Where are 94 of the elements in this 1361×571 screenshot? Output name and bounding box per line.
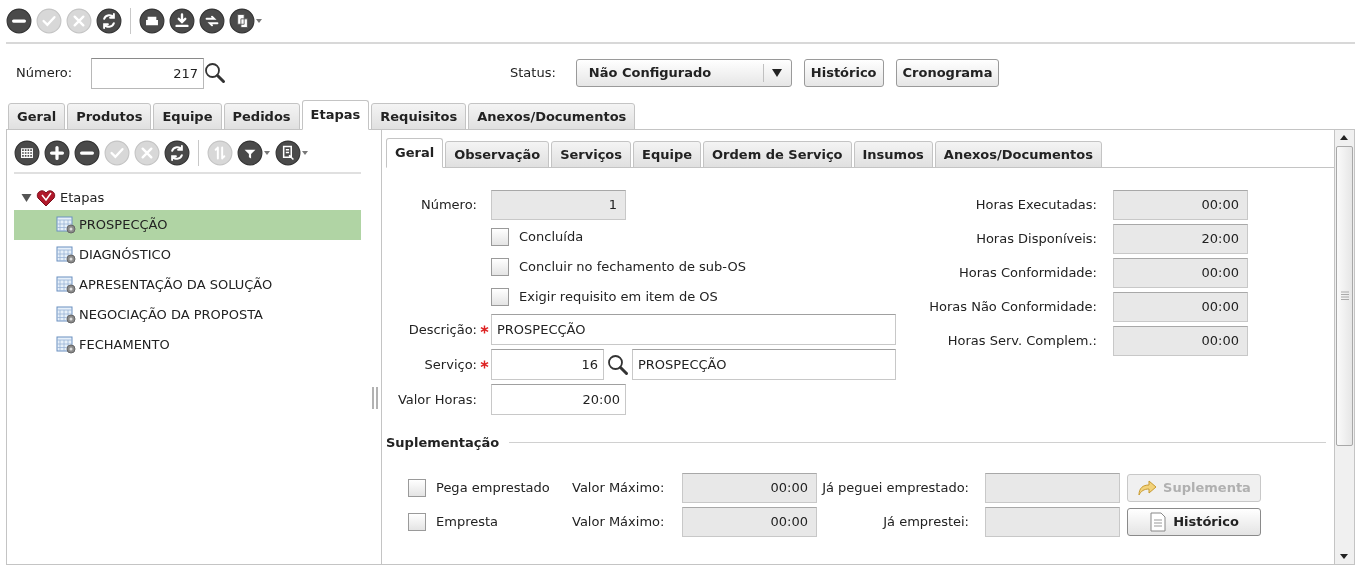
tab[interactable]: Pedidos (223, 103, 300, 130)
hours-label: Horas Executadas: (975, 196, 1097, 215)
document-icon (1149, 511, 1168, 532)
toolbar-add-button[interactable] (44, 140, 70, 166)
caret-icon (255, 18, 263, 24)
toolbar-grid-button[interactable] (14, 140, 40, 166)
section-title: Suplementação (386, 434, 500, 452)
toolbar-remove-button[interactable] (74, 140, 100, 166)
field-label: Valor Máximo: (572, 478, 666, 497)
toolbar-filter-button[interactable] (237, 140, 271, 166)
tree-root-label[interactable]: Etapas (60, 188, 105, 208)
field-label: Serviço: (423, 355, 477, 374)
tree-item[interactable]: FECHAMENTO (14, 330, 361, 360)
checkbox[interactable] (491, 228, 509, 246)
toolbar-remove-button[interactable] (6, 8, 32, 34)
toolbar-refresh-button[interactable] (164, 140, 190, 166)
numero-field[interactable]: 217 (91, 57, 204, 89)
tab[interactable]: Geral (8, 103, 66, 130)
descricao-field[interactable]: PROSPECÇÃO (491, 314, 896, 345)
table-gear-icon (56, 336, 76, 354)
header-button[interactable]: Histórico (803, 59, 884, 87)
checkbox-label: Pega emprestado (436, 478, 551, 497)
search-icon[interactable] (607, 353, 629, 376)
caret-icon (263, 150, 271, 156)
tab[interactable]: Ordem de Serviço (703, 141, 852, 168)
hours-field: 00:00 (1113, 292, 1248, 322)
field-label: Valor Máximo: (572, 512, 666, 531)
hours-field: 20:00 (1113, 224, 1248, 254)
hours-field: 00:00 (1113, 190, 1248, 220)
servico-name-field[interactable]: PROSPECÇÃO (632, 349, 896, 380)
tab[interactable]: Insumos (853, 141, 933, 168)
tab[interactable]: Anexos/Documentos (934, 141, 1102, 168)
checkbox[interactable] (491, 258, 509, 276)
historico-button[interactable]: Histórico (1127, 507, 1261, 536)
field-label: Já peguei emprestado: (820, 478, 970, 497)
curved-arrow-icon (1137, 478, 1158, 497)
field-label: Valor Horas: (396, 390, 477, 409)
scrollbar[interactable] (1334, 130, 1354, 564)
numero-field: 1 (491, 190, 626, 220)
hours-field: 00:00 (1113, 326, 1248, 356)
heart-icon (35, 189, 57, 207)
table-gear-icon (56, 246, 76, 264)
splitter-handle-icon[interactable] (372, 387, 378, 409)
checkbox-label: Exigir requisito em item de OS (519, 288, 718, 307)
grip-icon (1340, 291, 1349, 301)
valor-maximo-field: 00:00 (682, 506, 817, 537)
tree-item[interactable]: DIAGNÓSTICO (14, 240, 361, 270)
servico-code-field[interactable]: 16 (491, 349, 604, 380)
hours-label: Horas Conformidade: (959, 264, 1097, 283)
toolbar-print-button[interactable] (139, 8, 165, 34)
status-dropdown[interactable]: Não Configurado (575, 59, 792, 87)
search-icon[interactable] (204, 62, 226, 84)
tab[interactable]: Anexos/Documentos (468, 103, 636, 130)
tree-item[interactable]: PROSPECÇÃO (14, 210, 361, 240)
tab[interactable]: Produtos (67, 103, 152, 130)
valor-maximo-field: 00:00 (682, 472, 817, 503)
checkbox[interactable] (408, 512, 426, 531)
checkbox-label: Concluir no fechamento de sub-OS (519, 258, 746, 277)
checkbox-label: Concluída (519, 228, 584, 247)
toolbar-download-button[interactable] (169, 8, 195, 34)
toolbar-transfer-button[interactable] (199, 8, 225, 34)
checkbox-label: Empresta (436, 512, 500, 531)
hours-label: Horas Serv. Complem.: (947, 332, 1097, 351)
tab[interactable]: Requisitos (371, 103, 467, 130)
checkbox[interactable] (491, 288, 509, 306)
hours-field: 00:00 (1113, 258, 1248, 288)
toolbar-copy-button[interactable] (229, 8, 263, 34)
field-label: Já emprestei: (881, 512, 970, 531)
scrollbar-thumb[interactable] (1336, 146, 1353, 446)
hours-label: Horas Disponíveis: (976, 230, 1097, 249)
expand-arrow-icon[interactable] (21, 193, 32, 203)
table-gear-icon (56, 216, 76, 234)
tree-item[interactable]: APRESENTAÇÃO DA SOLUÇÃO (14, 270, 361, 300)
tab[interactable]: Geral (386, 138, 444, 168)
tab[interactable]: Equipe (153, 103, 222, 130)
caret-icon (772, 69, 783, 77)
tab[interactable]: Equipe (633, 141, 702, 168)
hours-label: Horas Não Conformidade: (929, 298, 1097, 317)
status-label: Status: (510, 64, 556, 83)
table-gear-icon (56, 276, 76, 294)
field-label: Descrição: (407, 320, 477, 339)
checkbox[interactable] (408, 478, 426, 497)
toolbar-export-button[interactable] (275, 140, 309, 166)
numero-label: Número: (16, 64, 74, 83)
table-gear-icon (56, 306, 76, 324)
tree-item[interactable]: NEGOCIAÇÃO DA PROPOSTA (14, 300, 361, 330)
toolbar-refresh-button[interactable] (96, 8, 122, 34)
valor-horas-field[interactable]: 20:00 (491, 384, 626, 415)
tab[interactable]: Serviços (551, 141, 632, 168)
caret-icon (301, 150, 309, 156)
tab[interactable]: Etapas (301, 100, 370, 130)
field-label: Número: (419, 196, 477, 215)
tab[interactable]: Observação (445, 141, 550, 168)
header-button[interactable]: Cronograma (895, 59, 1000, 87)
